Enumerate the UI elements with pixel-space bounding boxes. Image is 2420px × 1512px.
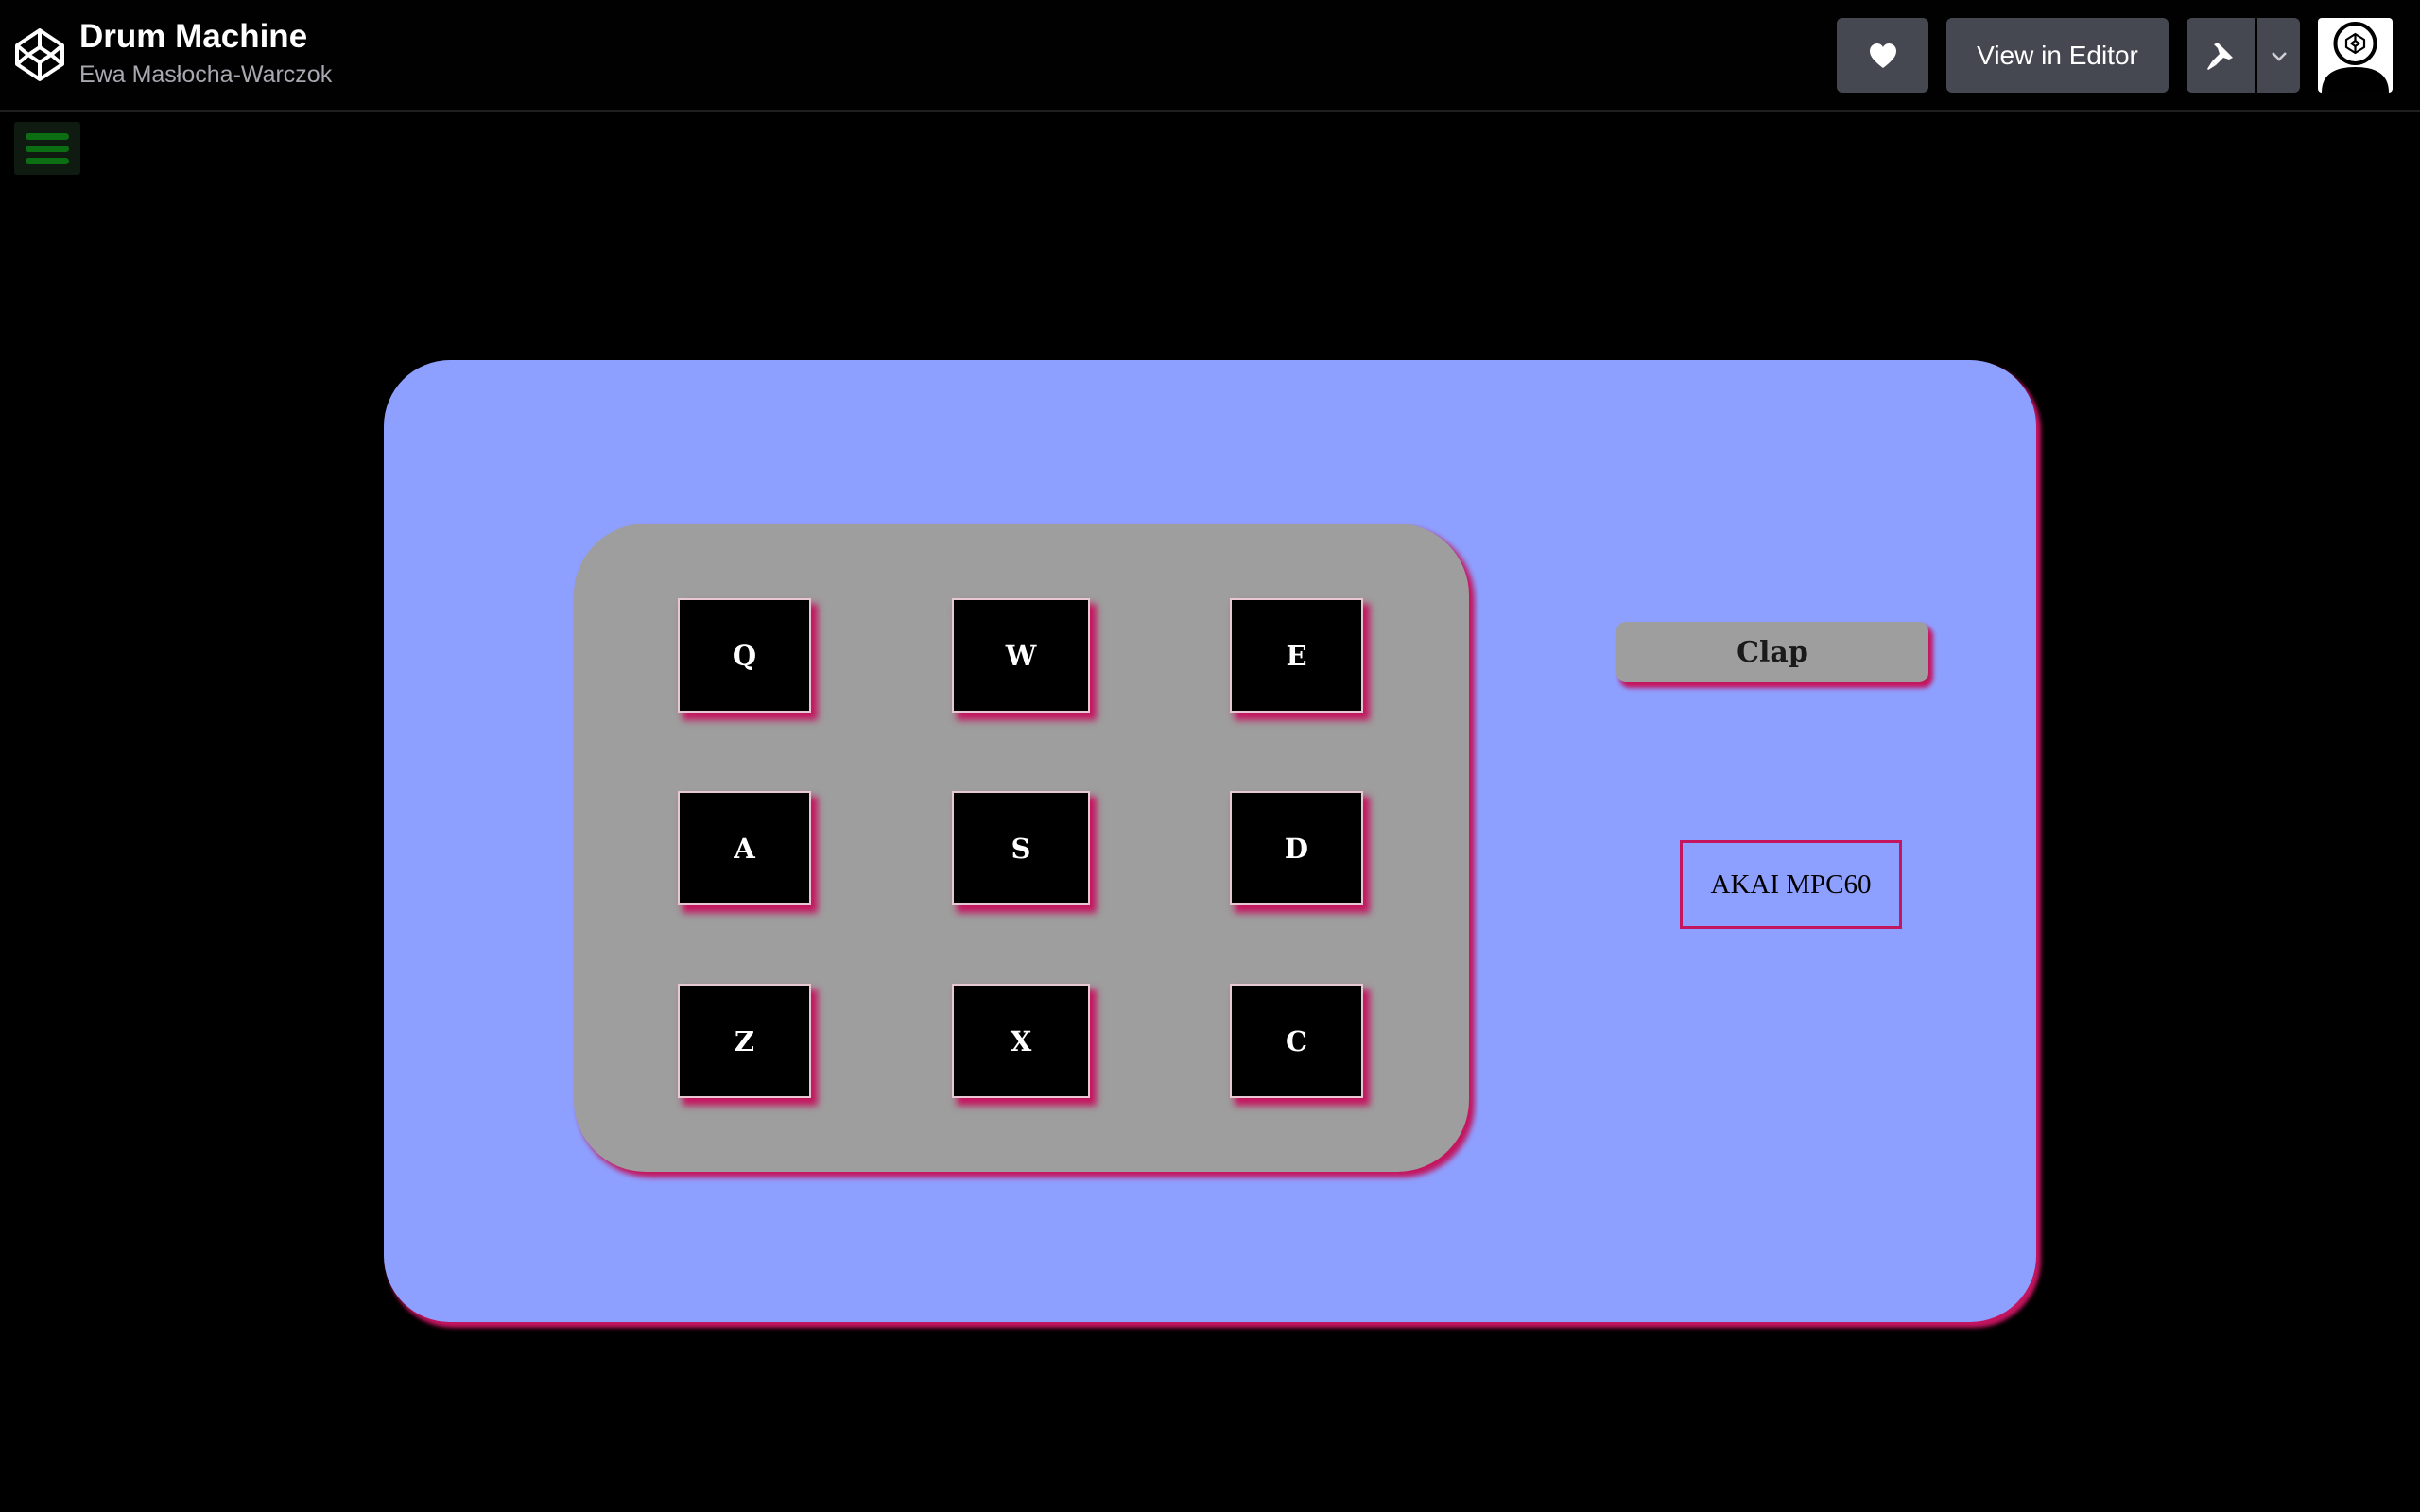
pad-bank: Q W E A S D Z X C [574,524,1469,1172]
drum-pad-q[interactable]: Q [678,598,811,713]
menu-line [26,146,69,152]
drum-pad-x[interactable]: X [952,984,1090,1098]
drum-pad-d[interactable]: D [1230,791,1363,905]
brand-label: AKAI MPC60 [1680,840,1902,929]
drum-pad-e[interactable]: E [1230,598,1363,713]
pen-author[interactable]: Ewa Masłocha-Warczok [79,60,332,89]
hamburger-menu-icon[interactable] [14,122,80,175]
pin-icon [2207,42,2233,70]
pen-title: Drum Machine [79,18,308,55]
top-bar: Drum Machine Ewa Masłocha-Warczok View i… [0,0,2420,112]
drum-pad-z[interactable]: Z [678,984,811,1098]
codepen-logo-icon[interactable] [13,26,66,83]
drum-pad-w[interactable]: W [952,598,1090,713]
pin-options-button[interactable] [2257,18,2300,93]
menu-line [26,158,69,164]
heart-button[interactable] [1837,18,1928,93]
chevron-down-icon [2271,51,2287,61]
menu-line [26,133,69,140]
drum-pad-a[interactable]: A [678,791,811,905]
drum-pad-c[interactable]: C [1230,984,1363,1098]
pin-button[interactable] [2187,18,2255,93]
sound-display: Clap [1616,622,1928,682]
heart-icon [1869,43,1896,68]
drum-machine: Q W E A S D Z X C Clap AKAI MPC60 [384,360,2036,1322]
user-avatar-icon [2322,22,2389,93]
user-avatar[interactable] [2318,18,2393,93]
drum-pad-s[interactable]: S [952,791,1090,905]
view-in-editor-button[interactable]: View in Editor [1946,18,2169,93]
